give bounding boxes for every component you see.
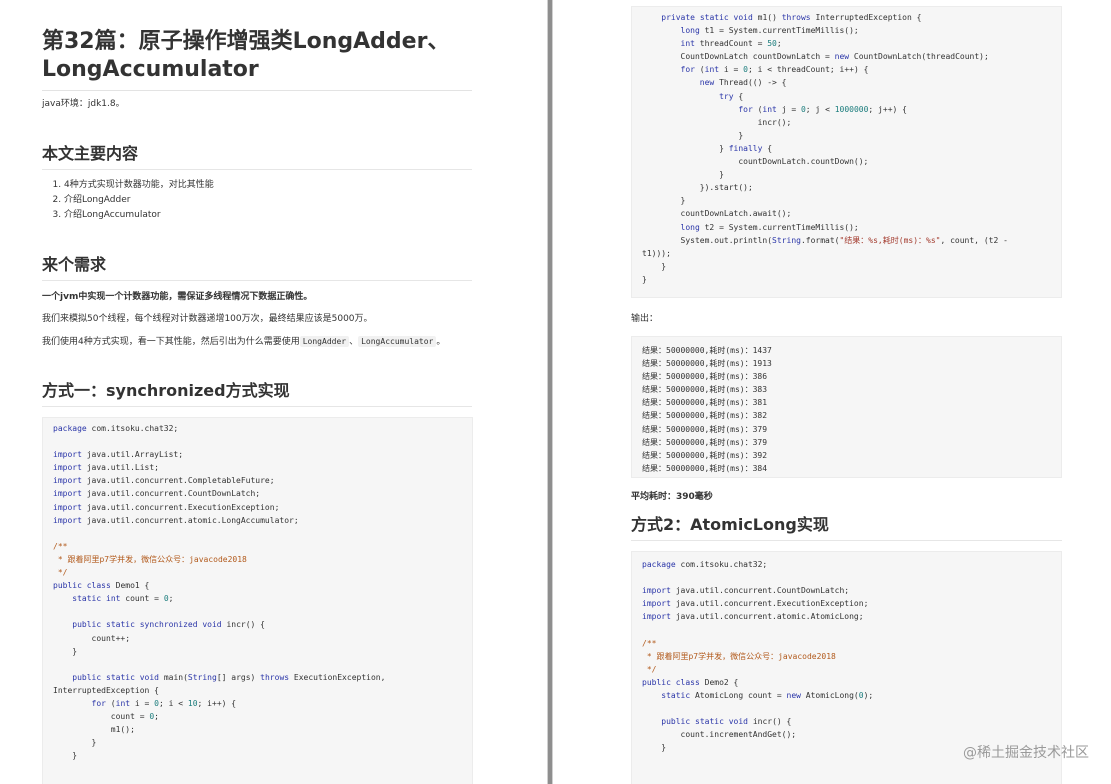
inline-code-longadder: LongAdder — [299, 336, 350, 347]
code-line: InterruptedException { — [53, 685, 159, 695]
code-line: } — [642, 261, 667, 271]
code-line: static AtomicLong count = new AtomicLong… — [661, 690, 874, 700]
code-line: 结果：50000000,耗时(ms)：383 — [642, 385, 768, 395]
code-line: ​ — [53, 658, 472, 671]
code-line: } — [642, 196, 686, 206]
code-line: System.out.println(String.format("结果：%s,… — [642, 235, 1008, 245]
code-line: public class Demo2 { — [642, 677, 739, 687]
section-heading-requirement: 来个需求 — [42, 254, 472, 281]
code-line: static int count = 0; — [72, 594, 174, 604]
output-block: 结果：50000000,耗时(ms)：1437 结果：50000000,耗时(ms… — [631, 336, 1062, 478]
code-line: ​ — [53, 435, 472, 448]
code-line: /** — [53, 541, 68, 551]
article-title: 第32篇：原子操作增强类LongAdder、LongAccumulator — [42, 28, 472, 91]
code-line: 结果：50000000,耗时(ms)：379 — [642, 437, 768, 447]
code-line: count.incrementAndGet(); — [642, 730, 797, 740]
code-line: 结果：50000000,耗时(ms)：381 — [642, 398, 768, 408]
para-sep: 、 — [349, 337, 359, 347]
code-line: } — [642, 130, 744, 140]
code-line: try { — [719, 91, 744, 101]
code-line: long t2 = System.currentTimeMillis(); — [680, 222, 859, 232]
code-line: countDownLatch.countDown(); — [642, 157, 869, 167]
code-line: /** — [642, 638, 657, 648]
code-line: import java.util.concurrent.ExecutionExc… — [642, 599, 869, 609]
code-line: count = 0; — [53, 712, 159, 722]
code-line: import java.util.concurrent.CountDownLat… — [642, 586, 850, 596]
code-line: } — [642, 170, 724, 180]
code-line: countDownLatch.await(); — [642, 209, 792, 219]
code-line: * 跟着阿里p7学并发，微信公众号：javacode2018 — [53, 554, 247, 564]
code-line: for (int j = 0; j < 1000000; j++) { — [738, 104, 907, 114]
code-line: count++; — [53, 633, 131, 643]
code-line: for (int i = 0; i < threadCount; i++) { — [680, 65, 869, 75]
code-line: ​ — [642, 623, 1061, 636]
code-line: } finally { — [642, 143, 773, 153]
document-page-right: private static void m1() throws Interrup… — [552, 0, 1111, 784]
watermark: @稀土掘金技术社区 — [963, 745, 1089, 761]
toc-item: 4种方式实现计数器功能，对比其性能 — [64, 178, 214, 193]
toc-item: 介绍LongAdder — [64, 193, 214, 208]
code-line: 结果：50000000,耗时(ms)：384 — [642, 463, 768, 473]
code-line: long t1 = System.currentTimeMillis(); — [680, 26, 859, 36]
inline-code-longaccumulator: LongAccumulator — [358, 336, 437, 347]
code-line: ​ — [53, 605, 472, 618]
code-line: public static synchronized void incr() { — [72, 620, 265, 630]
code-line: import java.util.ArrayList; — [53, 450, 184, 460]
code-block-demo1: package com.itsoku.chat32; ​ import java.u… — [42, 417, 473, 784]
code-line: package com.itsoku.chat32; — [53, 424, 179, 433]
code-line: 结果：50000000,耗时(ms)：386 — [642, 372, 768, 382]
code-line: ​ — [642, 571, 1061, 584]
average-time-text: 平均耗时：390毫秒 — [631, 492, 713, 502]
code-line: 结果：50000000,耗时(ms)：1437 — [642, 346, 772, 355]
code-line: 结果：50000000,耗时(ms)：1913 — [642, 359, 772, 369]
code-line: incr(); — [642, 117, 792, 127]
code-line: import java.util.concurrent.atomic.Atomi… — [642, 612, 864, 622]
code-line: new Thread(() -> { — [699, 78, 787, 88]
code-line: import java.util.concurrent.atomic.LongA… — [53, 515, 299, 525]
code-line: m1(); — [53, 725, 135, 735]
code-line: } — [53, 738, 97, 748]
para-suffix: 。 — [436, 337, 446, 347]
document-page-left: 第32篇：原子操作增强类LongAdder、LongAccumulator ja… — [0, 0, 548, 784]
code-line: import java.util.concurrent.CompletableF… — [53, 476, 275, 486]
code-line: ​ — [642, 702, 1061, 715]
code-line: * 跟着阿里p7学并发，微信公众号：javacode2018 — [642, 651, 836, 661]
code-line: import java.util.List; — [53, 463, 159, 473]
section-heading-atomiclong: 方式2：AtomicLong实现 — [631, 514, 1062, 541]
requirement-paragraph-2: 我们使用4种方式实现，看一下其性能，然后引出为什么需要使用 LongAdder、 L… — [42, 335, 445, 349]
code-line: import java.util.concurrent.CountDownLat… — [53, 489, 261, 499]
code-line: } — [53, 751, 78, 761]
requirement-paragraph: 我们来模拟50个线程，每个线程对计数器递增100万次，最终结果应该是5000万。 — [42, 314, 373, 324]
output-label: 输出： — [631, 314, 659, 324]
code-line: } — [53, 646, 78, 656]
section-heading-synchronized: 方式一：synchronized方式实现 — [42, 380, 472, 407]
code-line: */ — [642, 664, 657, 674]
code-line: public static void incr() { — [661, 717, 792, 727]
code-line: ​ — [53, 527, 472, 540]
code-line: 结果：50000000,耗时(ms)：392 — [642, 450, 768, 460]
para-text: 我们使用4种方式实现，看一下其性能，然后引出为什么需要使用 — [42, 337, 300, 347]
code-line: t1))); — [642, 248, 671, 258]
requirement-bold-text: 一个jvm中实现一个计数器功能，需保证多线程情况下数据正确性。 — [42, 292, 313, 302]
code-line: private static void m1() throws Interrup… — [661, 13, 922, 22]
code-line: public class Demo1 { — [53, 581, 150, 591]
toc-item: 介绍LongAccumulator — [64, 208, 214, 223]
section-heading-main-content: 本文主要内容 — [42, 143, 472, 170]
toc-list: 4种方式实现计数器功能，对比其性能 介绍LongAdder 介绍LongAccu… — [52, 178, 214, 223]
code-block-m1-method: private static void m1() throws Interrup… — [631, 6, 1062, 298]
code-line: 结果：50000000,耗时(ms)：382 — [642, 411, 768, 421]
code-line: 结果：50000000,耗时(ms)：379 — [642, 424, 768, 434]
code-line: } — [642, 274, 647, 284]
code-line: for (int i = 0; i < 10; i++) { — [91, 698, 237, 708]
code-line: */ — [53, 568, 68, 578]
code-line: int threadCount = 50; — [680, 39, 782, 49]
code-line: import java.util.concurrent.ExecutionExc… — [53, 502, 280, 512]
code-line: package com.itsoku.chat32; — [642, 560, 768, 569]
code-line: CountDownLatch countDownLatch = new Coun… — [642, 52, 989, 62]
code-line: public static void main(String[] args) t… — [72, 672, 386, 682]
code-line: }).start(); — [642, 183, 753, 193]
env-text: java环境：jdk1.8。 — [42, 99, 125, 109]
